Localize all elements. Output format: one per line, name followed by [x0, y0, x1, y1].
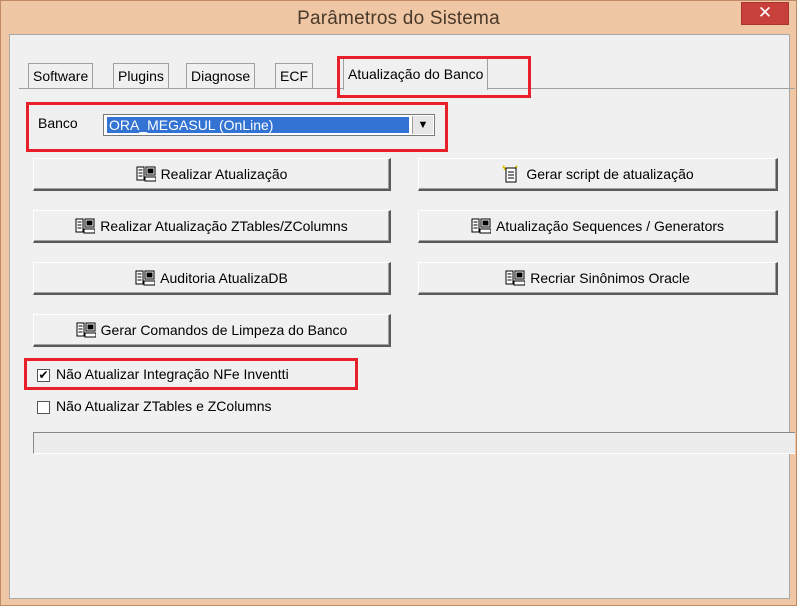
recriar-sinonimos-button[interactable]: Recriar Sinônimos Oracle	[418, 262, 778, 295]
progress-bar	[33, 432, 795, 454]
realizar-atualizacao-button[interactable]: Realizar Atualização	[33, 158, 391, 191]
close-button[interactable]: ✕	[741, 2, 789, 25]
gerar-comandos-limpeza-label: Gerar Comandos de Limpeza do Banco	[100, 322, 348, 338]
gerar-comandos-limpeza-button[interactable]: Gerar Comandos de Limpeza do Banco	[33, 314, 391, 347]
nfe-inventti-checkbox[interactable]: ✔	[37, 369, 50, 382]
dropdown-arrow-icon[interactable]: ▼	[412, 116, 433, 134]
script-icon	[501, 165, 521, 183]
banco-select[interactable]: ORA_MEGASUL (OnLine) ▼	[103, 114, 435, 136]
tab-software[interactable]: Software	[28, 63, 94, 88]
gerar-script-label: Gerar script de atualização	[526, 166, 694, 182]
banco-label: Banco	[38, 115, 78, 131]
database-icon	[135, 269, 156, 287]
realizar-ztables-label: Realizar Atualização ZTables/ZColumns	[100, 218, 348, 234]
title-bar[interactable]: Parâmetros do Sistema ✕	[1, 1, 796, 34]
tab-diagnose[interactable]: Diagnose	[186, 63, 256, 88]
gerar-script-button[interactable]: Gerar script de atualização	[418, 158, 778, 191]
tab-atualizacao-banco[interactable]: Atualização do Banco	[343, 58, 489, 90]
database-icon	[75, 217, 96, 235]
banco-select-value: ORA_MEGASUL (OnLine)	[106, 116, 410, 134]
nfe-inventti-label: Não Atualizar Integração NFe Inventti	[56, 366, 289, 382]
database-icon	[136, 165, 157, 183]
sequences-generators-label: Atualização Sequences / Generators	[495, 218, 725, 234]
tab-ecf[interactable]: ECF	[275, 63, 313, 88]
recriar-sinonimos-label: Recriar Sinônimos Oracle	[530, 270, 690, 286]
auditoria-button[interactable]: Auditoria AtualizaDB	[33, 262, 391, 295]
database-icon	[471, 217, 492, 235]
window-title: Parâmetros do Sistema	[297, 8, 500, 29]
tab-plugins[interactable]: Plugins	[113, 63, 169, 88]
ztables-zcolumns-checkbox[interactable]	[37, 401, 50, 414]
auditoria-label: Auditoria AtualizaDB	[160, 270, 288, 286]
sequences-generators-button[interactable]: Atualização Sequences / Generators	[418, 210, 778, 243]
realizar-ztables-button[interactable]: Realizar Atualização ZTables/ZColumns	[33, 210, 391, 243]
database-icon	[76, 321, 97, 339]
database-icon	[505, 269, 526, 287]
ztables-zcolumns-label: Não Atualizar ZTables e ZColumns	[56, 398, 272, 414]
realizar-atualizacao-label: Realizar Atualização	[160, 166, 288, 182]
